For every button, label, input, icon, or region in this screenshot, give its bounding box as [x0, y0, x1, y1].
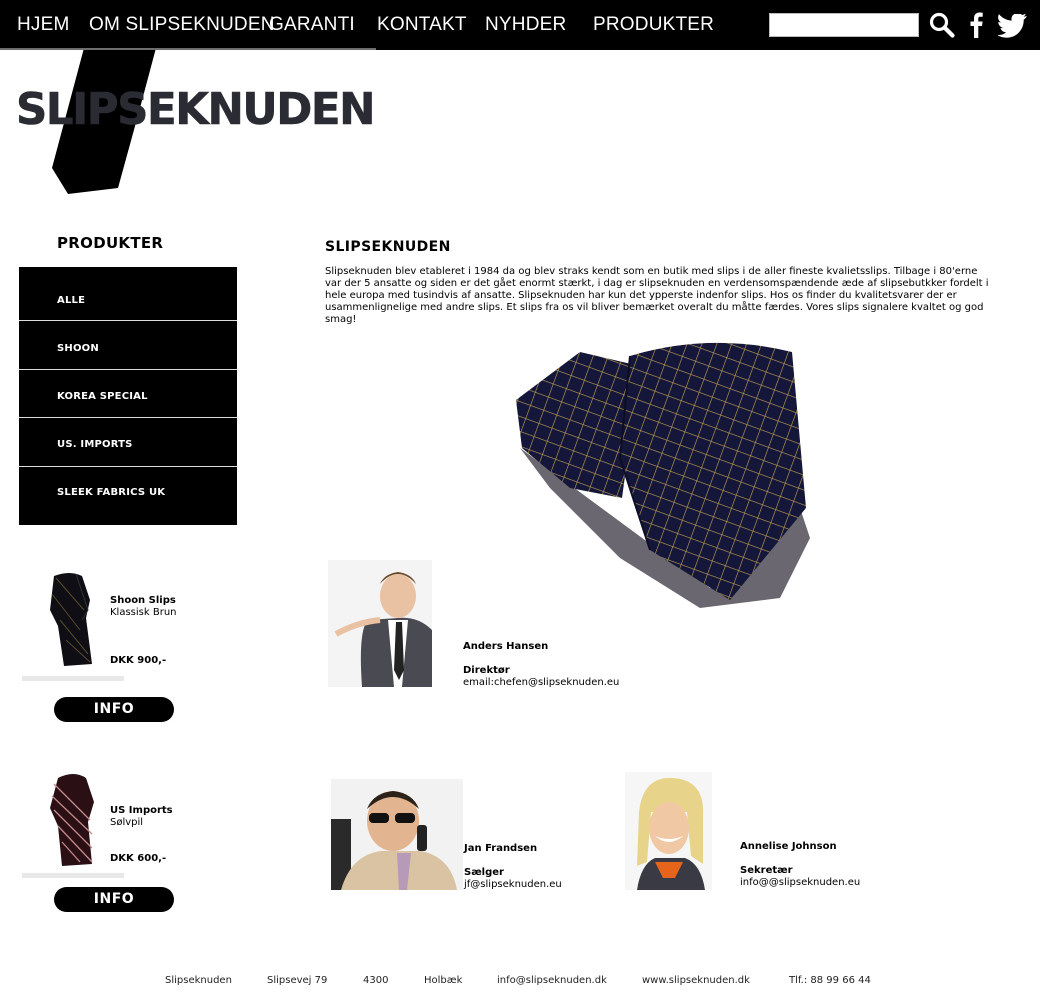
staff-role: Sekretær — [740, 865, 793, 876]
staff-name: Jan Frandsen — [464, 843, 538, 854]
page-title: SLIPSEKNUDEN — [325, 239, 451, 255]
staff-photo-annelise-johnson — [625, 772, 712, 890]
product-name: Shoon Slips — [110, 595, 176, 606]
nav-link-hjem[interactable]: HJEM — [17, 14, 70, 36]
site-logo[interactable]: SLIPSEKNUDEN — [0, 48, 380, 198]
staff-photo-jan-frandsen — [331, 779, 463, 890]
nav-link-nyhder[interactable]: NYHDER — [485, 14, 566, 36]
info-button[interactable]: INFO — [54, 697, 174, 722]
footer-city: Holbæk — [424, 975, 463, 986]
product-subtitle: Sølvpil — [110, 817, 144, 828]
divider — [22, 676, 124, 681]
menu-item-label: SHOON — [57, 343, 99, 354]
menu-item-label: SLEEK FABRICS UK — [57, 487, 166, 498]
search-input[interactable] — [769, 13, 919, 37]
footer-website-link[interactable]: www.slipseknuden.dk — [642, 975, 750, 986]
divider — [19, 466, 237, 467]
footer-company: Slipseknuden — [165, 975, 232, 986]
sidebar-title: PRODUKTER — [57, 234, 164, 252]
info-button[interactable]: INFO — [54, 887, 174, 912]
nav-link-produkter[interactable]: PRODUKTER — [593, 14, 714, 36]
divider — [22, 873, 124, 878]
staff-email: email:chefen@slipseknuden.eu — [463, 677, 620, 688]
staff-email: jf@slipseknuden.eu — [464, 879, 562, 890]
product-card: US Imports Sølvpil DKK 600,- INFO — [22, 770, 222, 920]
staff-name: Anders Hansen — [463, 641, 549, 652]
staff-role: Direktør — [463, 665, 510, 676]
product-image-shoon-slips[interactable] — [36, 570, 106, 670]
top-navigation-bar: HJEM OM SLIPSEKNUDEN GARANTI KONTAKT NYH… — [0, 0, 1040, 50]
product-name: US Imports — [110, 805, 173, 816]
twitter-icon[interactable] — [997, 13, 1028, 38]
staff-email: info@@slipseknuden.eu — [740, 877, 861, 888]
staff-name: Annelise Johnson — [740, 841, 837, 852]
footer-street: Slipsevej 79 — [267, 975, 328, 986]
nav-link-garanti[interactable]: GARANTI — [269, 14, 355, 36]
search-icon[interactable] — [929, 12, 955, 38]
intro-paragraph: Slipseknuden blev etableret i 1984 da og… — [325, 266, 989, 325]
nav-link-om-slipseknuden[interactable]: OM SLIPSEKNUDEN — [89, 14, 275, 36]
divider — [19, 369, 237, 370]
hero-tie-image — [510, 338, 815, 628]
facebook-icon[interactable] — [968, 12, 986, 38]
product-card: Shoon Slips Klassisk Brun DKK 900,- INFO — [22, 570, 222, 730]
divider — [19, 417, 237, 418]
footer-email-link[interactable]: info@slipseknuden.dk — [497, 975, 607, 986]
menu-item-label: US. IMPORTS — [57, 439, 133, 450]
divider — [19, 320, 237, 321]
menu-item-label: ALLE — [57, 295, 86, 306]
footer-postcode: 4300 — [363, 975, 389, 986]
category-menu: ALLE SHOON KOREA SPECIAL US. IMPORTS SLE… — [19, 267, 237, 525]
product-price: DKK 600,- — [110, 853, 167, 864]
staff-role: Sælger — [464, 867, 504, 878]
staff-photo-anders-hansen — [328, 560, 432, 687]
product-price: DKK 900,- — [110, 655, 167, 666]
footer-phone: Tlf.: 88 99 66 44 — [789, 975, 871, 986]
product-image-us-imports[interactable] — [36, 770, 106, 870]
menu-item-label: KOREA SPECIAL — [57, 391, 148, 402]
svg-text:SLIPSEKNUDEN: SLIPSEKNUDEN — [16, 84, 374, 135]
nav-link-kontakt[interactable]: KONTAKT — [377, 14, 467, 36]
product-subtitle: Klassisk Brun — [110, 607, 177, 618]
